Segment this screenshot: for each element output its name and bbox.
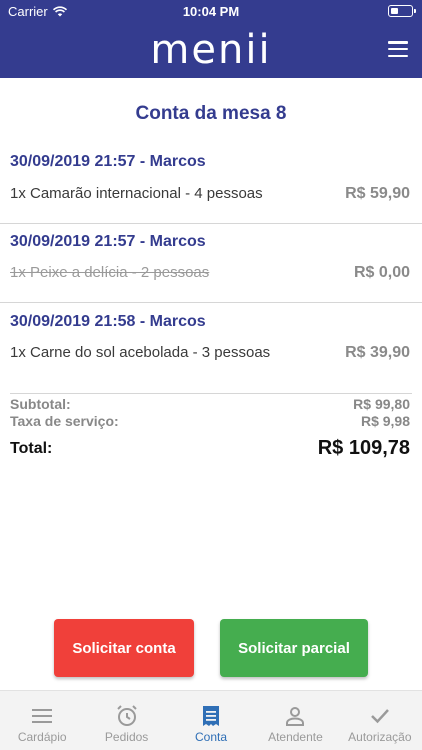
- summary-divider: [10, 393, 412, 394]
- checkmark-icon: [370, 709, 389, 724]
- total-label: Total:: [10, 440, 53, 457]
- order-price: R$ 0,00: [353, 264, 410, 281]
- request-partial-button[interactable]: Solicitar parcial: [220, 619, 368, 677]
- order-header: 30/09/2019 21:58 - Marcos: [10, 313, 206, 330]
- order-price: R$ 39,90: [345, 344, 410, 361]
- battery-icon: [388, 5, 416, 17]
- menu-list-icon: [32, 709, 53, 723]
- order-item: 1x Carne do sol acebolada - 3 pessoas: [10, 344, 271, 361]
- order-item: 1x Camarão internacional - 4 pessoas: [10, 185, 263, 202]
- alarm-clock-icon: [116, 705, 137, 726]
- total-value: R$ 109,78: [317, 437, 410, 459]
- receipt-icon: [203, 706, 220, 726]
- service-fee-value: R$ 9,98: [360, 413, 410, 429]
- person-icon: [286, 707, 305, 726]
- divider: [0, 302, 422, 303]
- tab-label: Pedidos: [104, 730, 149, 744]
- tab-bar: Cardápio Pedidos Conta Atendente Autoriz…: [0, 690, 422, 750]
- service-fee-label: Taxa de serviço:: [10, 413, 119, 429]
- subtotal-value: R$ 99,80: [353, 396, 410, 412]
- app-header: Carrier 10:04 PM menii: [0, 0, 422, 78]
- tab-pedidos[interactable]: Pedidos: [84, 691, 168, 750]
- order-price: R$ 59,90: [345, 185, 410, 202]
- status-bar: Carrier 10:04 PM: [0, 0, 422, 22]
- tab-autorizacao[interactable]: Autorização: [338, 691, 422, 750]
- tab-atendente[interactable]: Atendente: [253, 691, 337, 750]
- order-header: 30/09/2019 21:57 - Marcos: [10, 233, 206, 250]
- app-logo: menii: [150, 27, 272, 73]
- page-title: Conta da mesa 8: [135, 103, 287, 124]
- tab-label: Autorização: [348, 730, 412, 744]
- tab-label: Cardápio: [17, 730, 67, 744]
- subtotal-label: Subtotal:: [10, 396, 71, 412]
- divider: [0, 223, 422, 224]
- request-bill-button[interactable]: Solicitar conta: [54, 619, 194, 677]
- tab-conta[interactable]: Conta: [169, 691, 253, 750]
- tab-label: Conta: [195, 730, 228, 744]
- clock: 10:04 PM: [182, 4, 240, 19]
- hamburger-menu-icon[interactable]: [388, 41, 408, 57]
- tab-label: Atendente: [268, 730, 323, 744]
- order-header: 30/09/2019 21:57 - Marcos: [10, 153, 206, 170]
- order-item: 1x Peixe a delícia - 2 pessoas: [10, 264, 210, 281]
- tab-cardapio[interactable]: Cardápio: [0, 691, 84, 750]
